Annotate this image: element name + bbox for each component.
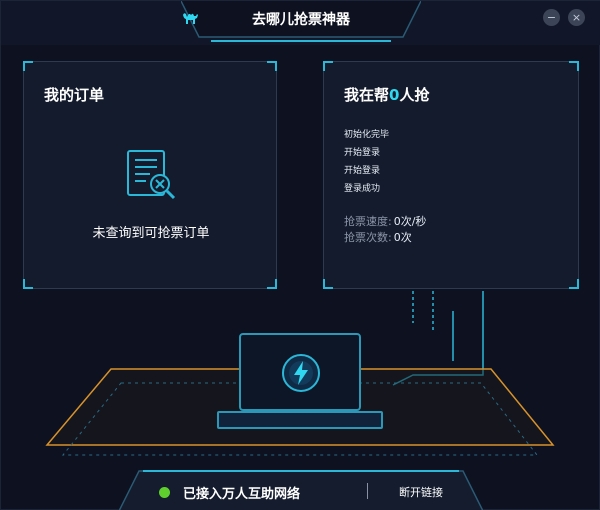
helping-count: 0 <box>389 86 400 104</box>
lightning-icon <box>282 354 320 392</box>
log-line: 开始登录 <box>344 148 381 158</box>
disconnect-button[interactable]: 断开链接 <box>399 484 443 500</box>
network-scene <box>1 291 600 461</box>
empty-orders-message: 未查询到可抢票订单 <box>92 226 210 241</box>
log-line: 开始登录 <box>344 166 381 176</box>
speed-stat: 抢票速度: 0次/秒 <box>344 215 427 228</box>
minimize-button[interactable]: − <box>543 9 560 26</box>
count-value: 0次 <box>393 231 412 244</box>
log-line: 登录成功 <box>344 184 381 194</box>
status-indicator <box>159 487 170 498</box>
helping-title-prefix: 我在帮 <box>344 86 390 104</box>
app-title: 去哪儿抢票神器 <box>252 12 350 28</box>
laptop-graphic <box>217 333 383 433</box>
status-divider <box>367 483 368 499</box>
my-orders-panel: 我的订单 未查询到可抢票订单 <box>23 61 277 289</box>
count-stat: 抢票次数: 0次 <box>344 231 412 244</box>
helping-title-suffix: 人抢 <box>399 86 430 104</box>
status-text: 已接入万人互助网络 <box>183 487 301 502</box>
log-line: 初始化完毕 <box>344 130 390 140</box>
title-tab: 去哪儿抢票神器 <box>181 1 421 45</box>
my-orders-title: 我的订单 <box>44 86 105 104</box>
activity-log: 初始化完毕 开始登录 开始登录 登录成功 <box>344 126 389 198</box>
camel-logo-icon <box>183 13 198 24</box>
laptop-base <box>217 411 383 429</box>
grab-stats: 抢票速度: 0次/秒 抢票次数: 0次 <box>344 214 426 246</box>
network-status-bar: 已接入万人互助网络 断开链接 <box>119 469 483 510</box>
document-cancel-icon <box>127 150 176 200</box>
laptop-screen <box>239 333 361 411</box>
speed-value: 0次/秒 <box>393 215 427 228</box>
helping-panel: 我在帮0人抢 初始化完毕 开始登录 开始登录 登录成功 抢票速度: 0次/秒 抢票… <box>323 61 579 289</box>
speed-label: 抢票速度 <box>344 215 388 228</box>
helping-title: 我在帮0人抢 <box>344 84 429 105</box>
count-label: 抢票次数 <box>344 231 388 244</box>
app-title-row: 去哪儿抢票神器 <box>181 9 421 29</box>
close-button[interactable]: × <box>568 9 585 26</box>
app-window: 去哪儿抢票神器 − × 我的订单 未查询到可抢票订单 我在帮0人抢 初始化完毕 … <box>0 0 600 510</box>
title-bar: 去哪儿抢票神器 − × <box>1 1 600 45</box>
